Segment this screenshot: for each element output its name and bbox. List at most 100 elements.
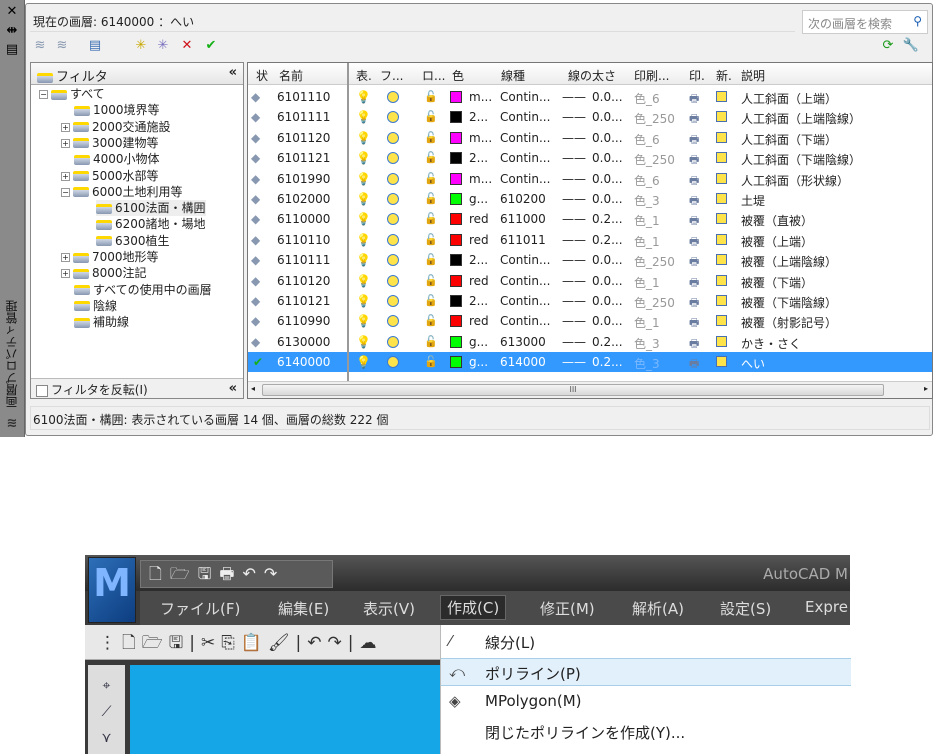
color-swatch[interactable] — [450, 193, 462, 205]
unlock-icon[interactable]: 🔓 — [424, 172, 438, 185]
lineweight[interactable]: 0.0... — [592, 314, 623, 328]
expand-toggle-icon[interactable]: + — [61, 122, 70, 132]
menu-item[interactable]: 編集(E) — [278, 598, 329, 619]
layer-name[interactable]: 6101120 — [277, 131, 330, 145]
column-header[interactable]: フ... — [380, 67, 403, 84]
filter-tree-item[interactable]: − 6000土地利用等 — [61, 184, 183, 200]
linetype[interactable]: Contin... — [500, 110, 550, 124]
search-icon[interactable]: ⚲ — [913, 14, 922, 28]
linetype[interactable]: 610200 — [500, 192, 546, 206]
plot-printer-icon[interactable]: 🖶 — [689, 151, 699, 170]
layer-row[interactable]: ◆ 6130000 💡 🔓 g... 613000 —— 0.2... 色_3 🖶 かき・さく — [248, 332, 932, 352]
group-filter-icon[interactable]: ≋ — [53, 38, 71, 54]
lineweight[interactable]: 0.0... — [592, 253, 623, 267]
layer-name[interactable]: 6110990 — [277, 314, 330, 328]
set-current-icon[interactable]: ✔ — [202, 38, 220, 54]
column-header[interactable]: 印刷... — [634, 67, 669, 84]
filter-tree-item[interactable]: +7000地形等 — [61, 249, 159, 265]
linetype[interactable]: Contin... — [500, 90, 550, 104]
lineweight[interactable]: 0.0... — [592, 131, 623, 145]
color-name[interactable]: 2... — [469, 151, 488, 165]
delete-layer-icon[interactable]: ✕ — [178, 38, 196, 54]
lineweight[interactable]: 0.0... — [592, 110, 623, 124]
collapse-panel-button[interactable]: « — [229, 381, 237, 396]
lineweight[interactable]: 0.0... — [592, 274, 623, 288]
settings-wrench-icon[interactable]: 🔧 — [902, 38, 920, 54]
new-vp-freeze-icon[interactable] — [716, 356, 727, 368]
column-splitter[interactable] — [347, 63, 349, 381]
color-swatch[interactable] — [450, 254, 462, 267]
filter-tree-item[interactable]: +2000交通施設 — [61, 119, 171, 135]
autohide-icon[interactable]: ⇹ — [5, 24, 19, 38]
new-vp-freeze-icon[interactable] — [716, 111, 727, 123]
filter-tree-item[interactable]: すべての使用中の画層 — [74, 282, 212, 298]
description[interactable]: 被覆（下端） — [741, 274, 813, 291]
plot-printer-icon[interactable]: 🖶 — [689, 212, 699, 231]
color-name[interactable]: red — [469, 314, 489, 328]
lineweight[interactable]: 0.0... — [592, 151, 623, 165]
layer-row[interactable]: ◆ 6110120 💡 🔓 red Contin... —— 0.0... 色_1 🖶 被覆（下端） — [248, 271, 932, 291]
description[interactable]: 人工斜面（上端陰線） — [741, 110, 861, 127]
layer-name[interactable]: 6110120 — [277, 274, 330, 288]
freeze-sun-icon[interactable] — [387, 111, 399, 124]
layer-row[interactable]: ◆ 6101110 💡 🔓 m... Contin... —— 0.0... 色_6 🖶 人工斜面（… — [248, 87, 932, 107]
filter-tree-item[interactable]: 6200諸地・場地 — [96, 216, 206, 232]
color-name[interactable]: red — [469, 233, 489, 247]
freeze-sun-icon[interactable] — [387, 335, 399, 348]
filter-tree-item[interactable]: 1000境界等 — [74, 102, 160, 118]
description[interactable]: へい — [741, 355, 765, 372]
new-layer-icon[interactable]: ✳ — [132, 38, 150, 54]
column-header[interactable]: 表. — [356, 67, 372, 84]
new-vp-freeze-icon[interactable] — [716, 335, 727, 347]
expand-toggle-icon[interactable]: + — [61, 253, 70, 262]
layer-row[interactable]: ◆ 6110000 💡 🔓 red 611000 —— 0.2... 色_1 🖶 被覆（直被） — [248, 209, 932, 229]
on-bulb-icon[interactable]: 💡 — [356, 151, 371, 165]
linetype[interactable]: Contin... — [500, 314, 550, 328]
plot-printer-icon[interactable]: 🖶 — [689, 90, 699, 109]
color-name[interactable]: 2... — [469, 294, 488, 308]
color-swatch[interactable] — [450, 335, 462, 348]
layer-row[interactable]: ◆ 6101111 💡 🔓 2... Contin... —— 0.0... 色_250 🖶 人工斜… — [248, 107, 932, 127]
menu-item[interactable]: ファイル(F) — [160, 598, 240, 619]
linetype[interactable]: Contin... — [500, 131, 550, 145]
lineweight[interactable]: 0.2... — [592, 233, 623, 247]
color-swatch[interactable] — [450, 152, 462, 165]
filter-tree-item[interactable]: 6300植生 — [96, 233, 170, 249]
new-vp-freeze-icon[interactable] — [716, 315, 727, 327]
plot-printer-icon[interactable]: 🖶 — [689, 294, 699, 313]
layer-name[interactable]: 6110121 — [277, 294, 330, 308]
linetype[interactable]: 613000 — [500, 335, 546, 349]
layer-name[interactable]: 6110110 — [277, 233, 330, 247]
color-name[interactable]: m... — [469, 90, 492, 104]
quick-access-toolbar[interactable]: 🗋🗁🖫🖶↶↷ — [140, 560, 333, 588]
description[interactable]: 被覆（下端陰線） — [741, 294, 837, 311]
state-manager-icon[interactable]: ▤ — [86, 38, 104, 54]
new-vp-freeze-icon[interactable] — [716, 295, 727, 306]
expand-toggle-icon[interactable]: − — [39, 90, 48, 99]
plot-printer-icon[interactable]: 🖶 — [689, 253, 699, 272]
expand-toggle-icon[interactable]: + — [61, 269, 70, 279]
layer-name[interactable]: 6101111 — [277, 110, 330, 124]
color-name[interactable]: red — [469, 212, 489, 226]
refresh-icon[interactable]: ⟳ — [879, 38, 897, 54]
freeze-sun-icon[interactable] — [387, 152, 399, 165]
layer-row[interactable]: ◆ 6110990 💡 🔓 red Contin... —— 0.0... 色_1 🖶 被覆（射影記… — [248, 311, 932, 331]
new-filter-icon[interactable]: ≋ — [31, 38, 49, 54]
layer-row[interactable]: ◆ 6102000 💡 🔓 g... 610200 —— 0.0... 色_3 🖶 土堤 — [248, 189, 932, 209]
plot-printer-icon[interactable]: 🖶 — [689, 274, 699, 293]
new-vp-freeze-icon[interactable] — [716, 91, 727, 102]
on-bulb-icon[interactable]: 💡 — [356, 212, 371, 226]
color-swatch[interactable] — [450, 213, 462, 226]
unlock-icon[interactable]: 🔓 — [424, 90, 438, 103]
menu-item[interactable]: 解析(A) — [632, 598, 684, 619]
color-name[interactable]: 2... — [469, 253, 488, 267]
column-header[interactable]: 線種 — [501, 67, 525, 84]
description[interactable]: 被覆（直被） — [741, 212, 813, 229]
collapse-filter-button[interactable]: « — [229, 65, 237, 80]
new-vp-freeze-icon[interactable] — [716, 172, 727, 184]
plot-printer-icon[interactable]: 🖶 — [689, 131, 699, 150]
filter-tree-item[interactable]: +8000注記 — [61, 265, 147, 281]
linetype[interactable]: Contin... — [500, 274, 550, 288]
expand-toggle-icon[interactable]: − — [61, 187, 70, 197]
description[interactable]: 人工斜面（形状線） — [741, 172, 849, 189]
